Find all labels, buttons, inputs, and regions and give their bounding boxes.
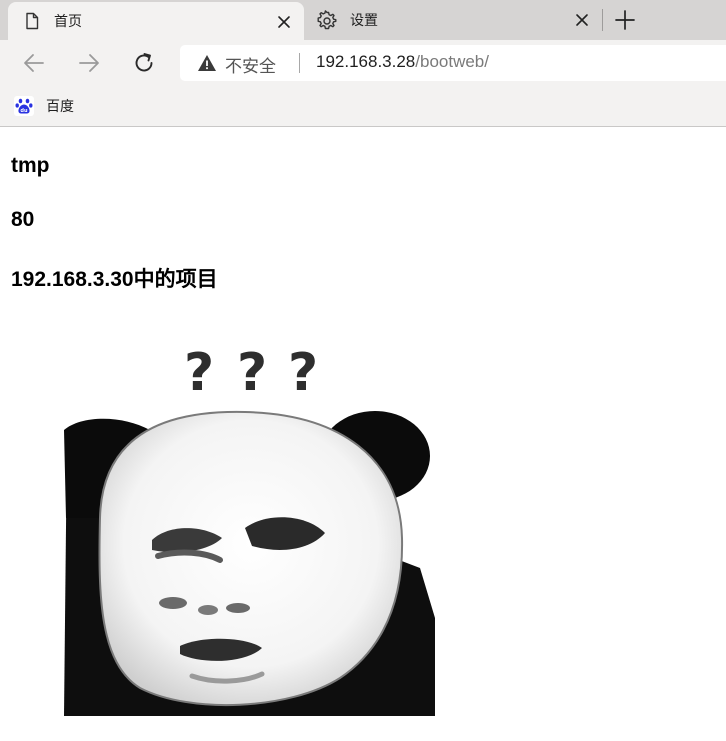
- svg-text:?: ?: [288, 343, 318, 403]
- address-divider: [299, 53, 300, 73]
- panda-meme-image: ? ? ?: [64, 343, 435, 716]
- new-tab-button[interactable]: [613, 8, 637, 32]
- svg-text:?: ?: [184, 343, 214, 403]
- baidu-paw-icon: du: [14, 96, 34, 116]
- svg-text:?: ?: [237, 343, 267, 403]
- tab-divider: [602, 9, 603, 31]
- address-bar[interactable]: 不安全 192.168.3.28/bootweb/: [180, 45, 726, 81]
- url-path: /bootweb/: [415, 52, 489, 71]
- arrow-left-icon: [24, 54, 44, 72]
- favorites-bar: du 百度: [0, 87, 726, 127]
- forward-button[interactable]: [76, 50, 102, 76]
- browser-toolbar: 不安全 192.168.3.28/bootweb/: [0, 40, 726, 87]
- gear-icon: [316, 10, 337, 30]
- close-icon[interactable]: [274, 12, 294, 32]
- tab-strip: 首页 设置: [0, 0, 726, 40]
- security-label[interactable]: 不安全: [225, 52, 276, 77]
- heading-port: 80: [11, 208, 35, 231]
- heading-items: 192.168.3.30中的项目: [11, 268, 218, 291]
- tab-title: 首页: [54, 14, 82, 30]
- close-icon[interactable]: [572, 10, 592, 30]
- question-marks: ? ? ?: [184, 343, 318, 403]
- url-text[interactable]: 192.168.3.28/bootweb/: [316, 52, 489, 72]
- url-host: 192.168.3.28: [316, 52, 416, 71]
- warning-icon[interactable]: [197, 53, 217, 73]
- favorite-label: 百度: [46, 99, 74, 115]
- refresh-button[interactable]: [131, 50, 157, 76]
- heading-tmp: tmp: [11, 154, 50, 177]
- favorite-baidu[interactable]: du 百度: [14, 93, 74, 119]
- tab-home[interactable]: 首页: [8, 2, 304, 40]
- refresh-icon: [135, 53, 153, 72]
- svg-text:du: du: [20, 108, 28, 114]
- arrow-right-icon: [79, 54, 99, 72]
- page-icon: [22, 11, 42, 31]
- tab-title: 设置: [350, 13, 378, 29]
- back-button[interactable]: [21, 50, 47, 76]
- tab-settings[interactable]: 设置: [304, 0, 602, 40]
